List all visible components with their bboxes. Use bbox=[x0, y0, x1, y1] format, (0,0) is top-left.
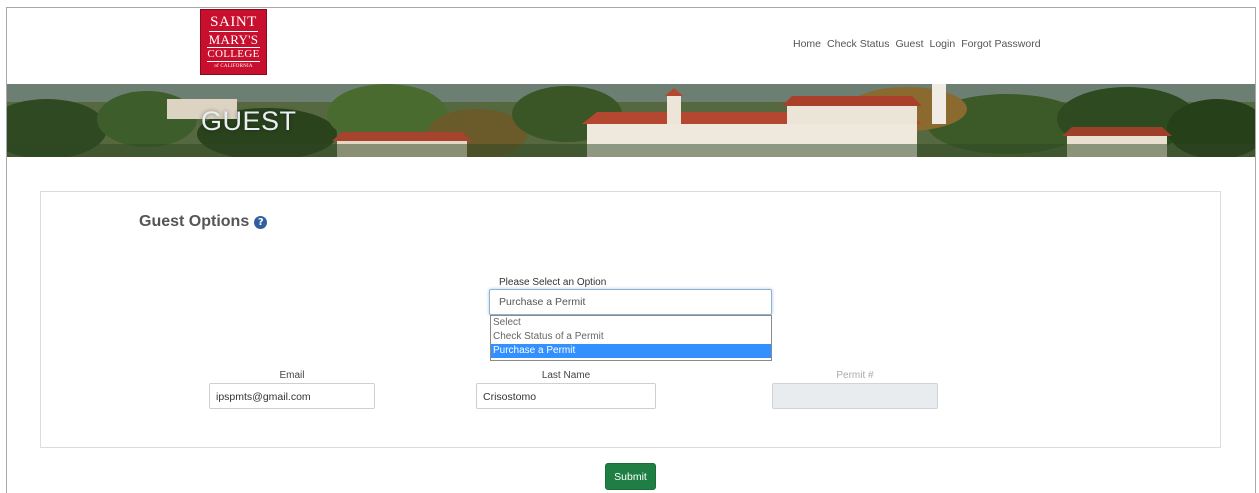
last-name-label: Last Name bbox=[541, 370, 591, 381]
logo-line-3: COLLEGE bbox=[207, 47, 260, 62]
question-circle-icon[interactable]: ? bbox=[254, 215, 268, 229]
logo-line-1: SAINT bbox=[210, 14, 257, 30]
guest-option-select[interactable]: Purchase a Permit bbox=[489, 289, 772, 315]
logo-line-2: MARY'S bbox=[208, 31, 259, 47]
nav-guest-link[interactable]: Guest bbox=[895, 38, 923, 50]
guest-options-heading: Guest Options ? bbox=[139, 213, 268, 231]
last-name-field[interactable]: Crisostomo bbox=[476, 383, 656, 409]
email-field[interactable]: ipspmts@gmail.com bbox=[209, 383, 375, 409]
guest-option-dropdown: Select Check Status of a Permit Purchase… bbox=[490, 315, 772, 361]
email-label: Email bbox=[279, 370, 305, 381]
nav-check-status-link[interactable]: Check Status bbox=[827, 38, 889, 50]
site-header: SAINT MARY'S COLLEGE of CALIFORNIA Home … bbox=[7, 8, 1255, 84]
main-nav: Home Check Status Guest Login Forgot Pas… bbox=[793, 38, 1041, 50]
banner-title: GUEST bbox=[201, 106, 297, 136]
option-check-status[interactable]: Check Status of a Permit bbox=[491, 330, 771, 344]
submit-button[interactable]: Submit bbox=[605, 463, 656, 490]
select-option-label: Please Select an Option bbox=[499, 277, 607, 288]
nav-login-link[interactable]: Login bbox=[929, 38, 955, 50]
nav-forgot-password-link[interactable]: Forgot Password bbox=[961, 38, 1040, 50]
nav-home-link[interactable]: Home bbox=[793, 38, 821, 50]
option-select[interactable]: Select bbox=[491, 316, 771, 330]
permit-number-label: Permit # bbox=[836, 370, 874, 381]
college-logo[interactable]: SAINT MARY'S COLLEGE of CALIFORNIA bbox=[200, 9, 267, 75]
logo-line-4: of CALIFORNIA bbox=[214, 64, 253, 69]
permit-number-field[interactable] bbox=[772, 383, 938, 409]
page-frame: SAINT MARY'S COLLEGE of CALIFORNIA Home … bbox=[6, 7, 1256, 493]
campus-banner-image bbox=[7, 84, 1255, 157]
option-purchase-permit[interactable]: Purchase a Permit bbox=[491, 344, 771, 358]
guest-options-title: Guest Options bbox=[139, 213, 250, 230]
guest-options-card: Guest Options ? Please Select an Option … bbox=[40, 191, 1221, 448]
campus-banner: GUEST bbox=[7, 84, 1255, 157]
